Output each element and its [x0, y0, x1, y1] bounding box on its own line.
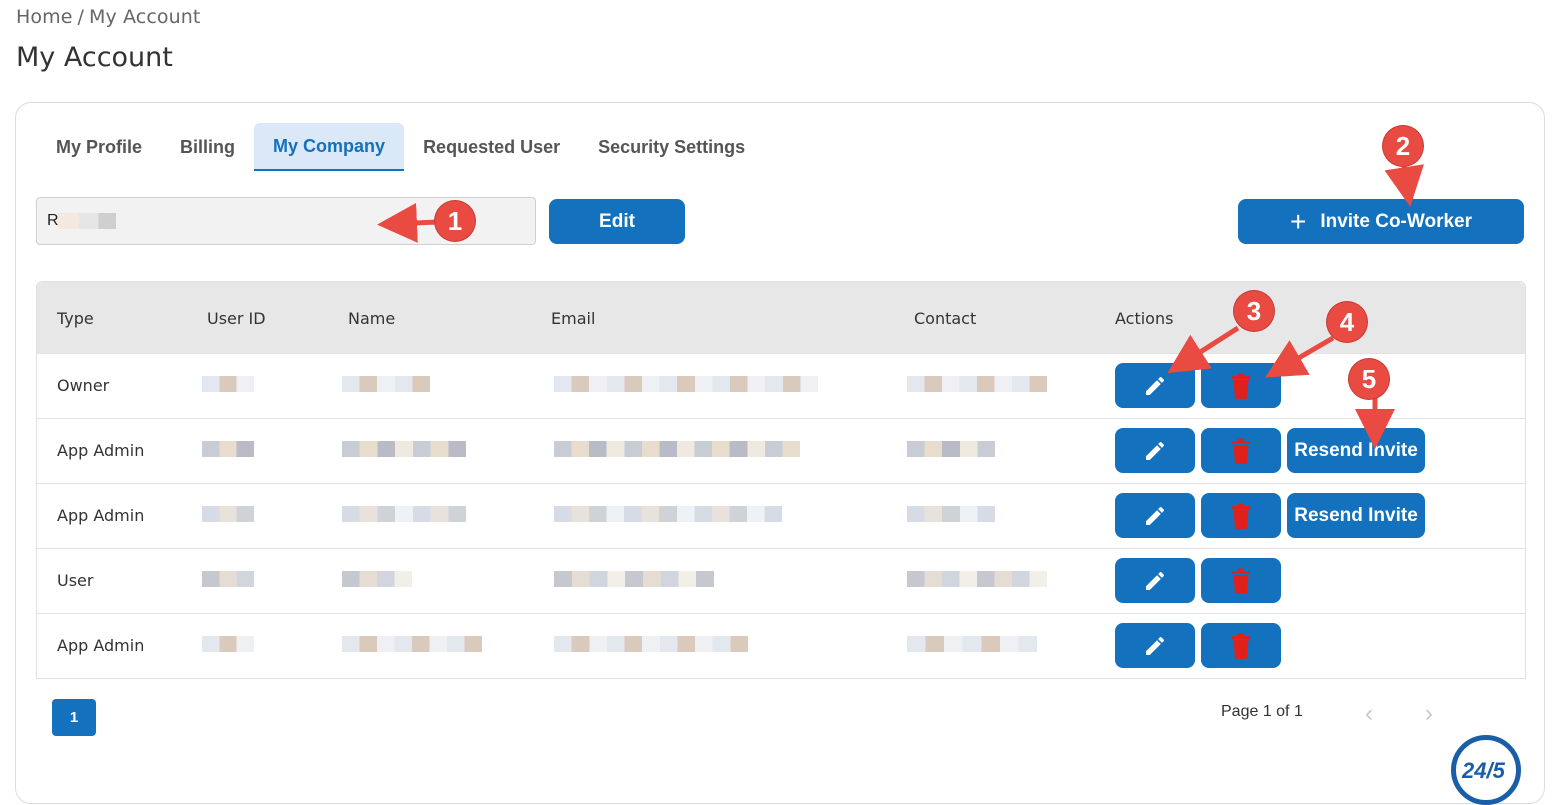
callout-badge-3: 3 [1234, 291, 1274, 331]
callout-arrow-2 [1384, 164, 1424, 207]
callout-badge-4: 4 [1327, 302, 1367, 342]
callout-arrow-1 [377, 202, 439, 243]
callout-arrow-3 [1167, 325, 1240, 374]
callout-arrow-4 [1265, 335, 1335, 378]
callout-badge-5: 5 [1349, 359, 1389, 399]
callout-arrows [377, 164, 1424, 449]
callout-badge-2: 2 [1383, 126, 1423, 166]
callout-badge-1: 1 [435, 201, 475, 241]
support-logo[interactable]: 24/5 [1451, 735, 1521, 805]
